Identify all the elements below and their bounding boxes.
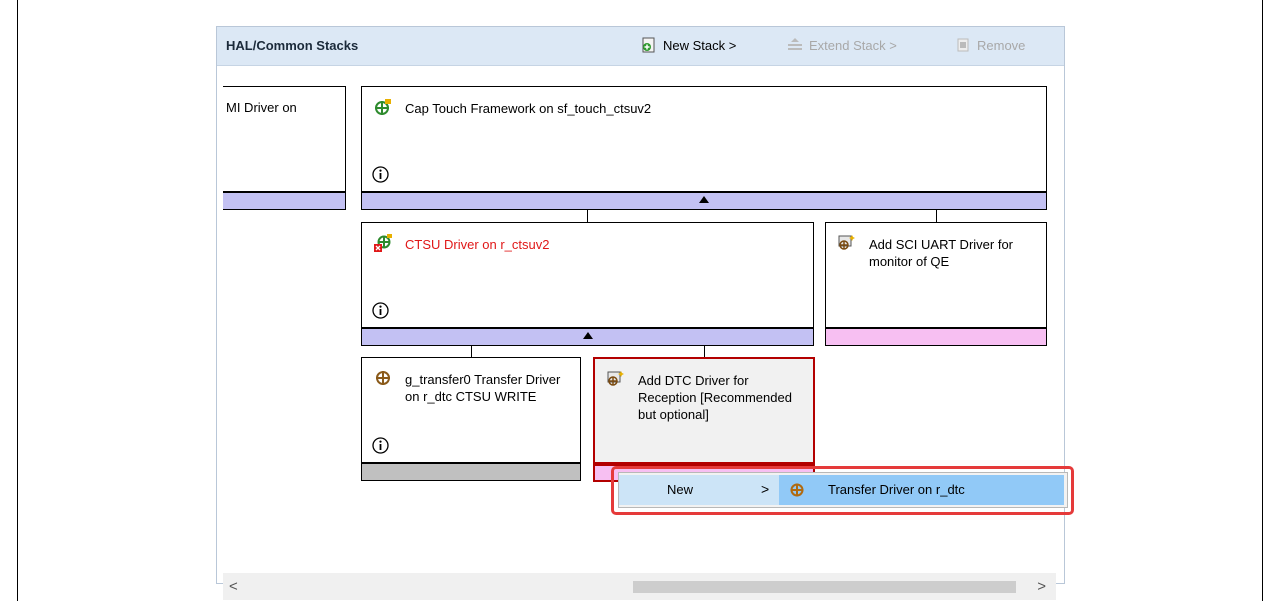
block-add-dtc-label: Add DTC Driver for Reception [Recommende… bbox=[638, 373, 792, 422]
block-add-sci-label: Add SCI UART Driver for monitor of QE bbox=[869, 237, 1014, 269]
block-partial-label: MI Driver on bbox=[226, 100, 297, 115]
highlight-outline bbox=[611, 466, 1074, 515]
horizontal-scrollbar[interactable]: < > bbox=[223, 573, 1056, 600]
driver-icon bbox=[376, 371, 390, 385]
block-partial-bar bbox=[223, 192, 346, 210]
new-stack-button[interactable]: New Stack > bbox=[641, 37, 736, 53]
panel-title: HAL/Common Stacks bbox=[226, 38, 359, 53]
remove-label: Remove bbox=[977, 37, 1026, 53]
add-driver-icon bbox=[838, 235, 855, 250]
remove-icon bbox=[957, 38, 969, 52]
block-ctsu-label: CTSU Driver on r_ctsuv2 bbox=[405, 237, 550, 252]
info-icon[interactable] bbox=[372, 302, 389, 319]
extend-stack-button[interactable]: Extend Stack > bbox=[787, 37, 897, 53]
driver-error-icon bbox=[374, 234, 392, 252]
connector bbox=[704, 346, 705, 357]
block-cap-touch-bar[interactable] bbox=[361, 192, 1047, 210]
scrollbar-thumb[interactable] bbox=[633, 581, 1016, 593]
add-driver-icon bbox=[607, 371, 624, 386]
scroll-left-arrow[interactable]: < bbox=[229, 578, 238, 595]
block-transfer0[interactable]: g_transfer0 Transfer Driver on r_dtc CTS… bbox=[361, 357, 581, 463]
block-partial[interactable]: MI Driver on bbox=[223, 86, 346, 192]
collapse-arrow-icon bbox=[699, 196, 709, 203]
block-ctsu-bar[interactable] bbox=[361, 328, 814, 346]
connector bbox=[471, 346, 472, 357]
collapse-arrow-icon bbox=[582, 332, 593, 339]
remove-button[interactable]: Remove bbox=[955, 37, 1025, 53]
block-add-sci[interactable]: Add SCI UART Driver for monitor of QE bbox=[825, 222, 1047, 328]
extend-stack-icon bbox=[788, 38, 802, 50]
block-ctsu[interactable]: CTSU Driver on r_ctsuv2 bbox=[361, 222, 814, 328]
extend-stack-label: Extend Stack > bbox=[809, 37, 897, 53]
block-transfer0-bar bbox=[361, 463, 581, 481]
block-add-sci-bar bbox=[825, 328, 1047, 346]
block-cap-touch-label: Cap Touch Framework on sf_touch_ctsuv2 bbox=[405, 101, 652, 116]
scroll-right-arrow[interactable]: > bbox=[1037, 578, 1046, 595]
framework-icon bbox=[375, 99, 391, 115]
new-stack-label: New Stack > bbox=[663, 37, 737, 53]
info-icon[interactable] bbox=[372, 166, 389, 183]
block-cap-touch[interactable]: Cap Touch Framework on sf_touch_ctsuv2 bbox=[361, 86, 1047, 192]
connector bbox=[936, 210, 937, 222]
connector bbox=[587, 210, 588, 222]
panel-titlebar: HAL/Common Stacks New Stack > Extend Sta… bbox=[217, 27, 1064, 66]
block-add-dtc[interactable]: Add DTC Driver for Reception [Recommende… bbox=[593, 357, 815, 464]
block-transfer0-label: g_transfer0 Transfer Driver on r_dtc CTS… bbox=[405, 372, 561, 404]
new-stack-icon bbox=[642, 37, 655, 53]
info-icon[interactable] bbox=[372, 437, 389, 454]
